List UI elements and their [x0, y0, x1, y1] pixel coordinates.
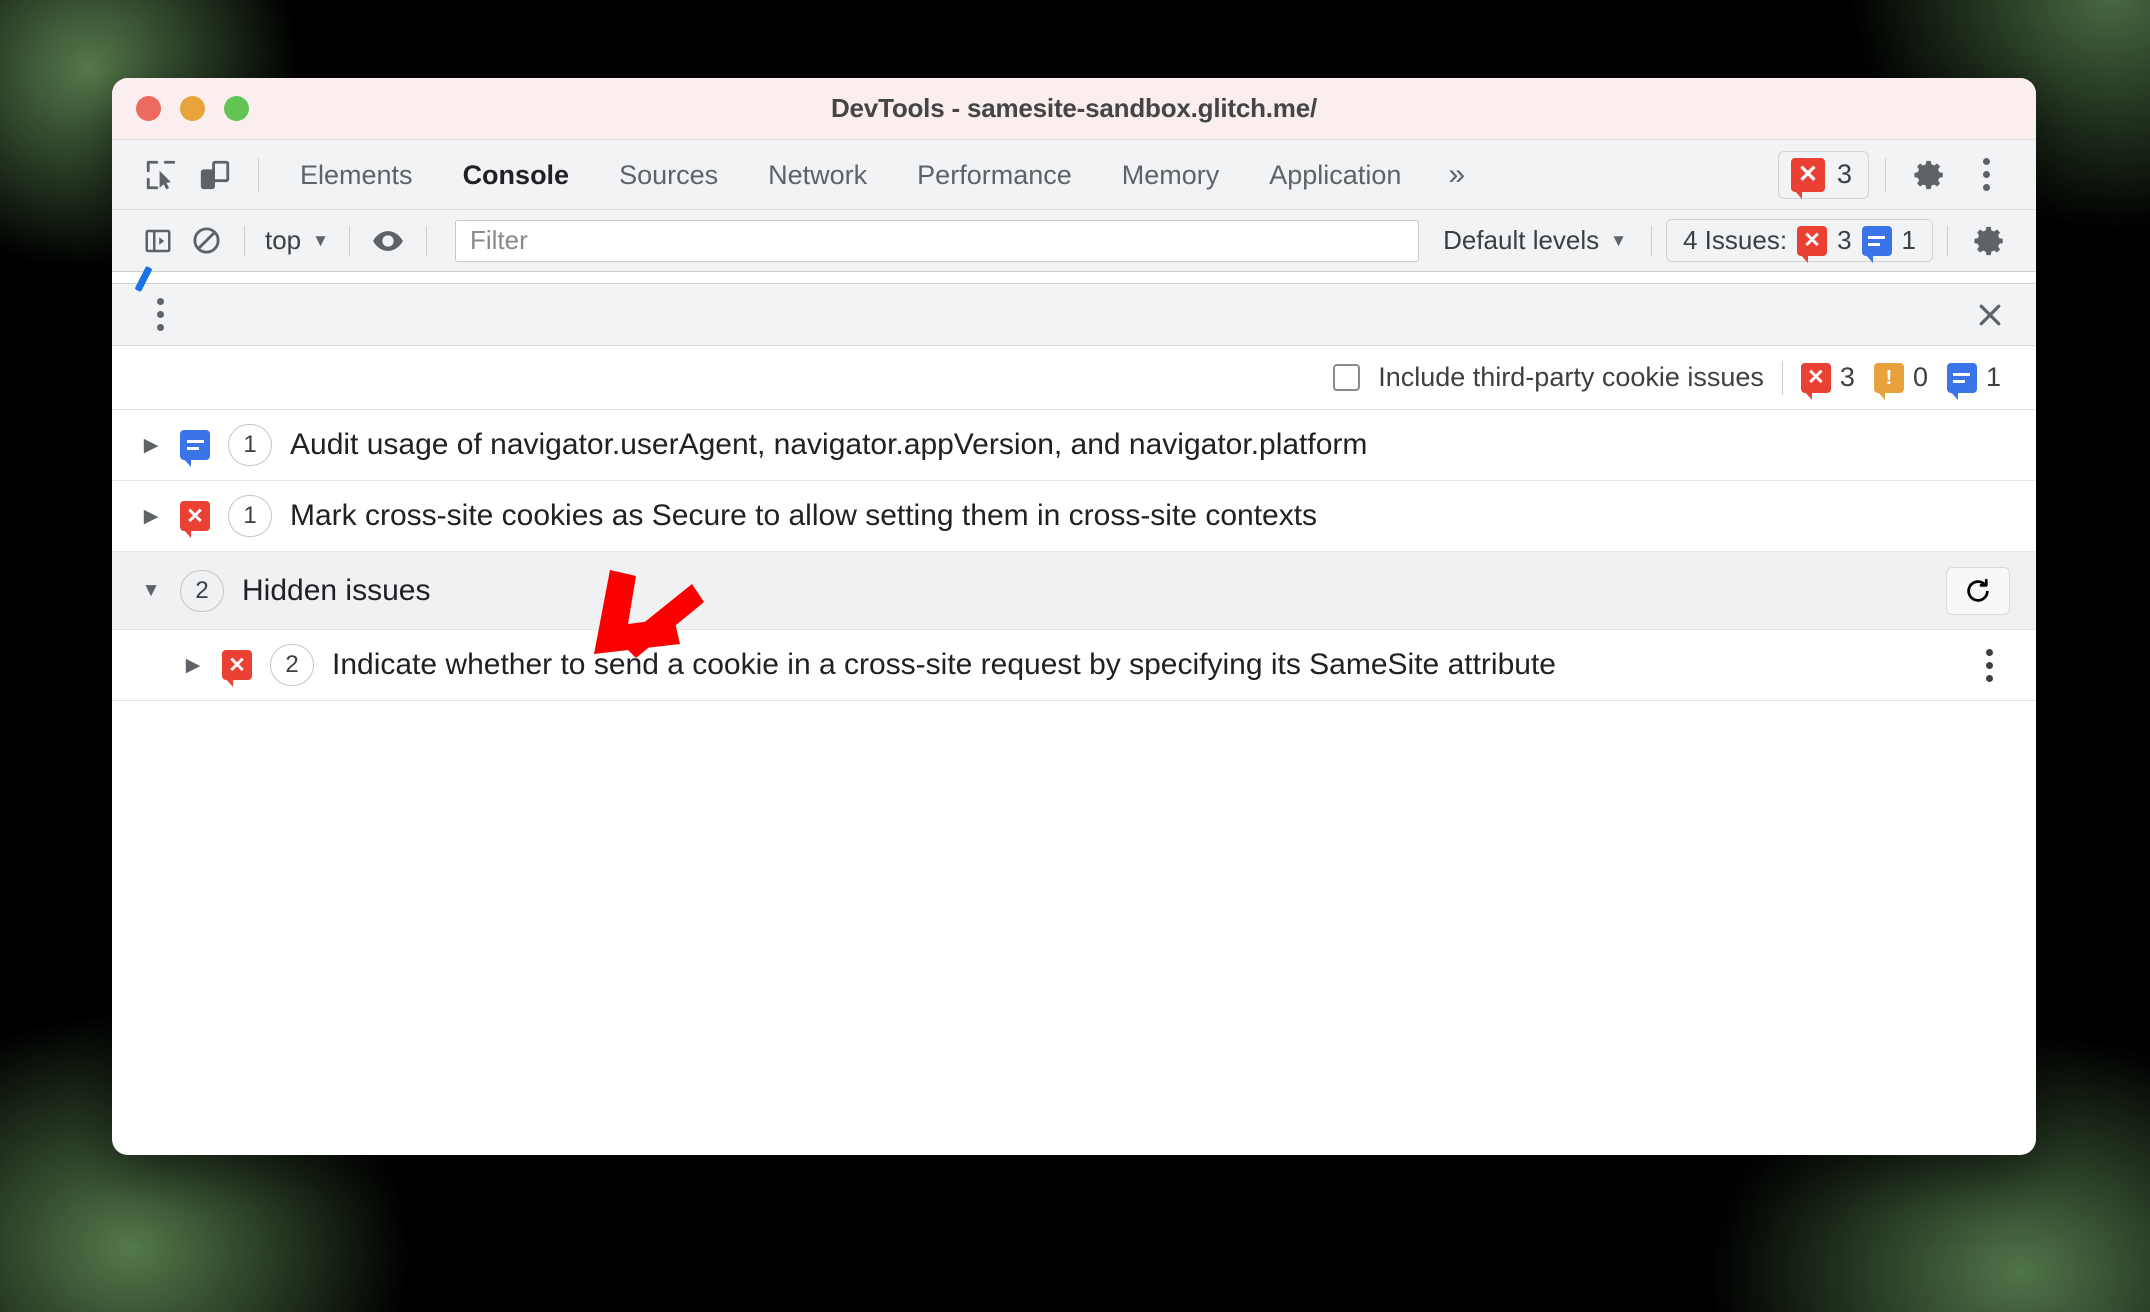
expand-triangle-icon[interactable]: ▶ [182, 654, 204, 677]
issues-counter-label: 4 Issues: [1683, 225, 1788, 255]
more-tabs-icon[interactable]: » [1426, 158, 1487, 192]
tab-elements[interactable]: Elements [275, 140, 438, 210]
expand-triangle-icon[interactable]: ▶ [140, 505, 162, 528]
error-icon: ✕ [222, 650, 252, 687]
issue-count-pill: 1 [228, 424, 272, 466]
info-icon [180, 430, 210, 467]
error-count-value: 3 [1836, 159, 1852, 189]
issue-row-secure-cookies[interactable]: ▶ ✕ 1 Mark cross-site cookies as Secure … [112, 481, 2036, 552]
issues-error-count: 3 [1837, 225, 1852, 255]
issue-title: Mark cross-site cookies as Secure to all… [290, 499, 1318, 532]
issue-group-hidden-issues[interactable]: ▼ 2 Hidden issues [112, 552, 2036, 630]
expand-triangle-icon[interactable]: ▶ [140, 434, 162, 457]
tab-network[interactable]: Network [743, 140, 892, 210]
tab-sources[interactable]: Sources [594, 140, 743, 210]
issues-filter-bar: Include third-party cookie issues ✕ 3 ! … [112, 346, 2036, 410]
close-icon[interactable] [1964, 289, 2016, 341]
warning-icon: ! [1873, 362, 1904, 400]
warning-count-value: 0 [1912, 362, 1928, 392]
toolbar-divider-4 [1651, 225, 1652, 256]
tab-application[interactable]: Application [1244, 140, 1426, 210]
live-expression-icon[interactable] [364, 217, 412, 265]
kebab-menu-icon[interactable] [1958, 147, 2014, 203]
tabbar-divider [258, 157, 259, 192]
gear-icon[interactable] [1962, 213, 2018, 269]
devtools-tabbar: Elements Console Sources Network Perform… [112, 140, 2036, 210]
toolbar-divider-2 [348, 225, 350, 256]
error-icon: ✕ [180, 501, 210, 538]
toolbar-divider-5 [1947, 225, 1948, 256]
clear-console-icon[interactable] [182, 217, 230, 265]
tabbar-right-divider [1885, 157, 1886, 192]
drawer-tabstrip [112, 265, 2036, 293]
chevron-down-icon: ▼ [1610, 230, 1627, 250]
issues-list: ▶ 1 Audit usage of navigator.userAgent, … [112, 410, 2036, 701]
title-bar: DevTools - samesite-sandbox.glitch.me/ [112, 78, 2036, 140]
third-party-cookie-label: Include third-party cookie issues [1378, 362, 1764, 392]
issue-row-samesite-attribute[interactable]: ▶ ✕ 2 Indicate whether to send a cookie … [112, 630, 2036, 701]
devtools-window: DevTools - samesite-sandbox.glitch.me/ E… [112, 78, 2036, 1155]
info-icon [1861, 225, 1892, 263]
collapse-triangle-icon[interactable]: ▼ [140, 580, 162, 602]
group-title: Hidden issues [242, 573, 431, 607]
info-icon [1946, 362, 1977, 400]
log-levels-selector[interactable]: Default levels ▼ [1433, 225, 1637, 256]
device-toolbar-icon[interactable] [188, 148, 242, 202]
issues-counter-button[interactable]: 4 Issues: ✕ 3 1 [1666, 219, 1933, 263]
kebab-menu-icon[interactable] [134, 289, 186, 341]
tab-memory[interactable]: Memory [1097, 140, 1245, 210]
third-party-cookie-checkbox-row[interactable]: Include third-party cookie issues [1333, 362, 1764, 393]
error-icon: ✕ [1797, 225, 1828, 263]
toolbar-divider-1 [244, 225, 245, 256]
group-count-pill: 2 [180, 569, 224, 612]
refresh-icon[interactable] [1946, 566, 2010, 615]
warning-count-group: ! 0 [1873, 362, 1928, 400]
gear-icon[interactable] [1902, 147, 1958, 203]
error-count-value: 3 [1839, 362, 1855, 392]
error-icon: ✕ [1790, 157, 1825, 199]
filter-input[interactable]: Filter [454, 219, 1420, 262]
panel-tabs: Elements Console Sources Network Perform… [275, 140, 1487, 210]
issue-count-pill: 1 [228, 495, 272, 537]
issue-severity-counts: ✕ 3 ! 0 1 [1800, 362, 2010, 400]
tab-performance[interactable]: Performance [892, 140, 1097, 210]
issue-row-user-agent[interactable]: ▶ 1 Audit usage of navigator.userAgent, … [112, 410, 2036, 481]
console-toolbar: top ▼ Filter Default levels ▼ 4 Issues: … [112, 210, 2036, 272]
info-count-group: 1 [1946, 362, 2001, 400]
error-count-chip[interactable]: ✕ 3 [1777, 150, 1869, 199]
drawer-header [112, 284, 2036, 346]
issue-title: Audit usage of navigator.userAgent, navi… [290, 428, 1368, 461]
log-levels-value: Default levels [1443, 225, 1600, 255]
window-title: DevTools - samesite-sandbox.glitch.me/ [830, 93, 1318, 123]
filterbar-divider [1781, 360, 1783, 395]
third-party-cookie-checkbox[interactable] [1333, 364, 1361, 391]
inspect-cursor-icon[interactable] [134, 148, 188, 202]
issues-info-count: 1 [1901, 225, 1916, 255]
tabbar-right-group: ✕ 3 [1777, 147, 2036, 203]
kebab-menu-icon[interactable] [1964, 640, 2014, 690]
issue-title: Indicate whether to send a cookie in a c… [332, 648, 1556, 681]
info-count-value: 1 [1985, 362, 2001, 392]
execution-context-selector[interactable]: top ▼ [259, 225, 335, 256]
toolbar-divider-3 [425, 225, 427, 256]
chevron-down-icon: ▼ [312, 230, 329, 250]
console-sidebar-icon[interactable] [134, 217, 182, 265]
error-icon: ✕ [1800, 362, 1831, 400]
execution-context-value: top [265, 225, 302, 255]
tab-console[interactable]: Console [438, 140, 595, 210]
issue-count-pill: 2 [270, 644, 314, 686]
error-count-group: ✕ 3 [1800, 362, 1855, 400]
